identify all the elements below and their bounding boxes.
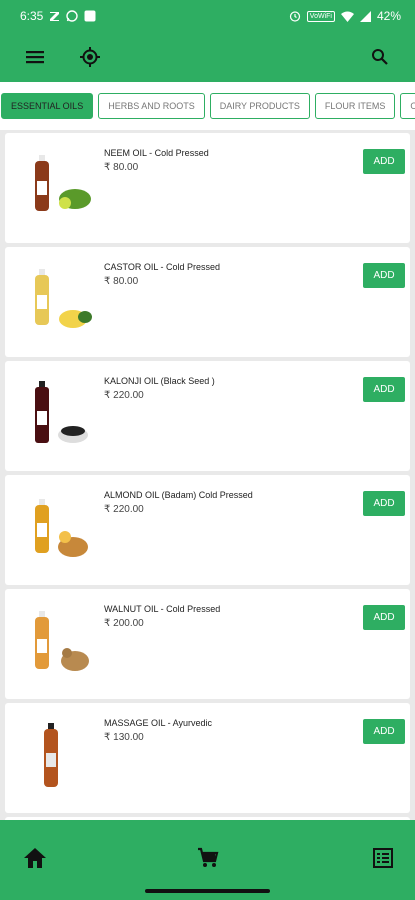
cart-icon — [198, 847, 219, 867]
add-to-cart-button[interactable]: ADD — [363, 491, 405, 516]
gps-target-icon — [80, 47, 100, 67]
alarm-icon — [289, 10, 301, 22]
tab-dairy-products[interactable]: DAIRY PRODUCTS — [209, 93, 310, 119]
product-price: ₹ 80.00 — [104, 276, 139, 287]
signal-icon — [359, 10, 371, 22]
add-to-cart-button[interactable]: ADD — [363, 719, 405, 744]
category-tabs: ESSENTIAL OILS HERBS AND ROOTS DAIRY PRODU… — [0, 82, 415, 130]
location-button[interactable] — [72, 39, 108, 75]
product-image — [35, 611, 89, 671]
orders-button[interactable] — [365, 840, 401, 876]
product-card[interactable]: MASSAGE OIL - Ayurvedic ₹ 130.00 ADD — [5, 703, 410, 813]
product-image — [35, 381, 88, 443]
battery-level: 42% — [376, 9, 401, 23]
product-list: NEEM OIL - Cold Pressed ₹ 80.00 ADD CAST… — [0, 130, 415, 820]
tab-herbs-and-roots[interactable]: HERBS AND ROOTS — [98, 93, 205, 119]
search-button[interactable] — [362, 39, 398, 75]
menu-icon — [26, 51, 44, 64]
wifi-icon — [340, 11, 354, 22]
product-card[interactable]: ALMOND OIL (Badam) Cold Pressed ₹ 220.00… — [5, 475, 410, 585]
product-name: MASSAGE OIL - Ayurvedic — [104, 718, 213, 728]
product-name: WALNUT OIL - Cold Pressed — [104, 604, 221, 614]
product-image — [35, 499, 88, 557]
product-image — [44, 723, 58, 787]
product-name: ALMOND OIL (Badam) Cold Pressed — [104, 490, 253, 500]
bottom-navigation — [0, 820, 415, 900]
product-price: ₹ 220.00 — [104, 390, 144, 401]
whatsapp-icon — [66, 10, 79, 22]
product-image — [35, 269, 92, 328]
add-to-cart-button[interactable]: ADD — [363, 377, 405, 402]
product-price: ₹ 220.00 — [104, 504, 144, 515]
menu-button[interactable] — [17, 39, 53, 75]
product-image — [35, 155, 91, 211]
cart-button[interactable] — [190, 840, 226, 876]
list-icon — [373, 848, 393, 868]
status-bar: 6:35 VoWiFi 42% — [0, 0, 415, 32]
status-time: 6:35 — [20, 9, 44, 23]
notification-icon — [84, 10, 96, 22]
search-icon — [372, 49, 388, 65]
product-price: ₹ 80.00 — [104, 162, 139, 173]
gesture-bar[interactable] — [145, 889, 270, 893]
product-price: ₹ 130.00 — [104, 732, 144, 743]
product-name: NEEM OIL - Cold Pressed — [104, 148, 209, 158]
add-to-cart-button[interactable]: ADD — [363, 149, 405, 174]
product-card[interactable]: CASTOR OIL - Cold Pressed ₹ 80.00 ADD — [5, 247, 410, 357]
add-to-cart-button[interactable]: ADD — [363, 263, 405, 288]
product-name: CASTOR OIL - Cold Pressed — [104, 262, 221, 272]
product-card[interactable]: WALNUT OIL - Cold Pressed ₹ 200.00 ADD — [5, 589, 410, 699]
add-to-cart-button[interactable]: ADD — [363, 605, 405, 630]
product-price: ₹ 200.00 — [104, 618, 144, 629]
tab-essential-oils[interactable]: ESSENTIAL OILS — [1, 93, 94, 119]
home-icon — [24, 848, 46, 868]
vowifi-badge: VoWiFi — [306, 10, 335, 22]
home-button[interactable] — [17, 840, 53, 876]
tab-flour-items[interactable]: FLOUR ITEMS — [314, 93, 396, 119]
product-name: KALONJI OIL (Black Seed ) — [104, 376, 215, 386]
z-app-icon — [49, 11, 60, 22]
tab-organic[interactable]: ORG — [400, 93, 415, 119]
app-bar — [0, 32, 415, 82]
product-card[interactable]: KALONJI OIL (Black Seed ) ₹ 220.00 ADD — [5, 361, 410, 471]
product-card[interactable]: NEEM OIL - Cold Pressed ₹ 80.00 ADD — [5, 133, 410, 243]
